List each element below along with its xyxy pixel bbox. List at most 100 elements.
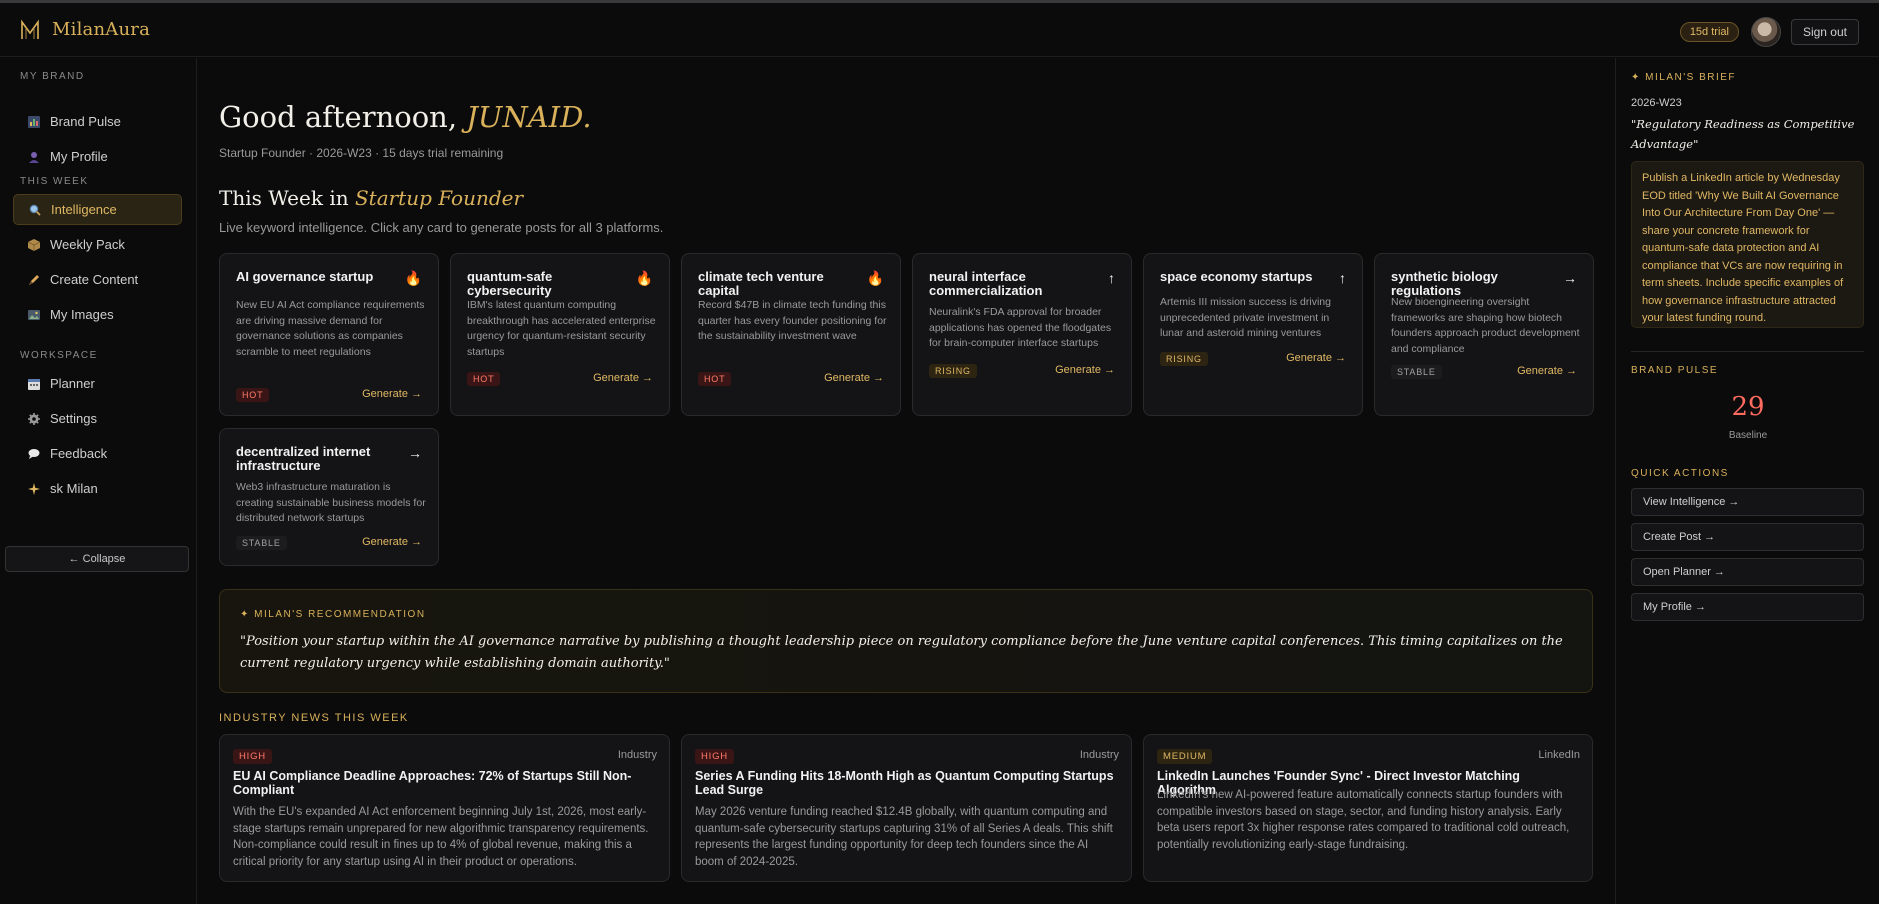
keyword-card[interactable]: quantum-safe cybersecurity 🔥 IBM's lates… <box>450 253 670 416</box>
sidebar-item-my-images[interactable]: My Images <box>13 299 182 330</box>
trend-badge: RISING <box>929 364 977 378</box>
trend-badge: STABLE <box>1391 365 1442 379</box>
arrow-right-icon: → <box>408 445 422 461</box>
section-title: This Week in Startup Founder <box>219 186 523 210</box>
sidebar-item-intelligence[interactable]: Intelligence <box>13 194 182 225</box>
keyword-card[interactable]: space economy startups ↑ Artemis III mis… <box>1143 253 1363 416</box>
generate-button[interactable]: Generate → <box>362 536 422 548</box>
sidebar-item-label: Settings <box>50 411 97 426</box>
collapse-sidebar-button[interactable]: ← Collapse <box>5 546 189 572</box>
sidebar-item-feedback[interactable]: Feedback <box>13 438 182 469</box>
generate-button[interactable]: Generate → <box>362 388 422 400</box>
priority-badge: MEDIUM <box>1157 749 1213 764</box>
news-body: With the EU's expanded AI Act enforcemen… <box>233 806 649 868</box>
news-card[interactable]: MEDIUM LinkedIn LinkedIn Launches 'Found… <box>1143 734 1593 882</box>
right-panel: ✦ MILAN'S BRIEF 2026-W23 "Regulatory Rea… <box>1615 58 1879 904</box>
card-description: IBM's latest quantum computing breakthro… <box>467 299 656 358</box>
brief-title: "Regulatory Readiness as Competitive Adv… <box>1631 117 1855 151</box>
news-body: May 2026 venture funding reached $12.4B … <box>695 806 1113 868</box>
keyword-card[interactable]: neural interface commercialization ↑ Neu… <box>912 253 1132 416</box>
sidebar-item-label: My Profile <box>50 149 108 164</box>
arrow-right-icon: → <box>1563 270 1577 286</box>
search-icon <box>28 203 41 216</box>
brand-pulse-score: 29 <box>1731 392 1765 422</box>
news-source: Industry <box>617 749 657 761</box>
brand-pulse-caption: Baseline <box>1728 430 1768 441</box>
logo-mark-icon <box>21 19 39 39</box>
sidebar-item-label: Intelligence <box>51 202 117 217</box>
industry-name: Startup Founder <box>354 186 524 210</box>
generate-button[interactable]: Generate → <box>1286 352 1346 364</box>
keyword-card[interactable]: AI governance startup 🔥 New EU AI Act co… <box>219 253 439 416</box>
recommendation-text: "Position your startup within the AI gov… <box>240 634 1563 671</box>
generate-button[interactable]: Generate → <box>1055 364 1115 376</box>
card-title: decentralized internet infrastructure <box>236 444 371 473</box>
main-content: Good afternoon, JUNAID. Startup Founder … <box>198 58 1614 904</box>
greeting-text: Good afternoon, <box>219 100 467 134</box>
arrow-up-icon: ↑ <box>1339 270 1346 286</box>
sidebar-item-label: My Images <box>50 307 114 322</box>
news-card[interactable]: HIGH Industry EU AI Compliance Deadline … <box>219 734 670 882</box>
calendar-icon <box>27 377 40 390</box>
page-subtitle: Startup Founder · 2026-W23 · 15 days tri… <box>219 146 504 160</box>
top-header: MilanAura 15d trial Sign out <box>0 3 1879 57</box>
card-description: Web3 infrastructure maturation is creati… <box>236 481 426 524</box>
priority-badge: HIGH <box>695 749 734 764</box>
fire-icon: 🔥 <box>404 270 422 286</box>
my-profile-button[interactable]: My Profile → <box>1631 593 1864 621</box>
trial-badge: 15d trial <box>1679 22 1739 42</box>
sidebar-item-weekly-pack[interactable]: Weekly Pack <box>13 229 182 260</box>
page-title: Good afternoon, JUNAID. <box>219 100 592 134</box>
sidebar-item-brand-pulse[interactable]: Brand Pulse <box>13 106 182 137</box>
create-post-button[interactable]: Create Post → <box>1631 523 1864 551</box>
brand-logo[interactable]: MilanAura <box>20 19 150 41</box>
section-subtitle: Live keyword intelligence. Click any car… <box>219 220 664 235</box>
card-description: New EU AI Act compliance requirements ar… <box>236 299 425 358</box>
sidebar-section-workspace: WORKSPACE <box>20 350 98 361</box>
card-title: space economy startups <box>1160 269 1313 284</box>
card-description: Record $47B in climate tech funding this… <box>698 299 887 342</box>
news-body: LinkedIn's new AI-powered feature automa… <box>1157 789 1570 851</box>
gear-icon <box>27 412 40 425</box>
brief-label: ✦ MILAN'S BRIEF <box>1631 72 1737 83</box>
generate-button[interactable]: Generate → <box>824 372 884 384</box>
trend-badge: HOT <box>467 372 501 386</box>
open-planner-button[interactable]: Open Planner → <box>1631 558 1864 586</box>
sidebar-item-label: sk Milan <box>50 481 98 496</box>
recommendation-panel: ✦ MILAN'S RECOMMENDATION "Position your … <box>219 589 1593 693</box>
trend-badge: RISING <box>1160 352 1208 366</box>
news-card[interactable]: HIGH Industry Series A Funding Hits 18-M… <box>681 734 1132 882</box>
fire-icon: 🔥 <box>866 270 884 286</box>
card-title: climate tech venture capital <box>698 269 824 298</box>
sidebar: MY BRAND Brand Pulse My Profile THIS WEE… <box>0 58 197 904</box>
sign-out-button[interactable]: Sign out <box>1790 19 1859 45</box>
news-title: Series A Funding Hits 18-Month High as Q… <box>695 769 1114 797</box>
fire-icon: 🔥 <box>635 270 653 286</box>
sparkle-icon <box>27 482 40 495</box>
sidebar-section-this-week: THIS WEEK <box>20 176 89 187</box>
priority-badge: HIGH <box>233 749 272 764</box>
avatar[interactable] <box>1750 17 1781 47</box>
recommendation-label: ✦ MILAN'S RECOMMENDATION <box>240 609 426 620</box>
sidebar-item-label: Brand Pulse <box>50 114 121 129</box>
keyword-card[interactable]: climate tech venture capital 🔥 Record $4… <box>681 253 901 416</box>
sidebar-item-label: Create Content <box>50 272 139 287</box>
sidebar-item-create-content[interactable]: Create Content <box>13 264 182 295</box>
keyword-card[interactable]: decentralized internet infrastructure → … <box>219 428 439 566</box>
sidebar-item-my-profile[interactable]: My Profile <box>13 141 182 172</box>
sidebar-item-settings[interactable]: Settings <box>13 403 182 434</box>
brief-week: 2026-W23 <box>1631 97 1682 109</box>
card-title: neural interface commercialization <box>929 269 1043 298</box>
brand-name: MilanAura <box>52 19 150 40</box>
keyword-card[interactable]: synthetic biology regulations → New bioe… <box>1374 253 1594 416</box>
sidebar-section-my-brand: MY BRAND <box>20 71 85 82</box>
news-title: EU AI Compliance Deadline Approaches: 72… <box>233 769 632 797</box>
view-intelligence-button[interactable]: View Intelligence → <box>1631 488 1864 516</box>
arrow-up-icon: ↑ <box>1108 270 1115 286</box>
user-icon <box>27 150 40 163</box>
generate-button[interactable]: Generate → <box>593 372 653 384</box>
sidebar-item-sk-milan[interactable]: sk Milan <box>13 473 182 504</box>
generate-button[interactable]: Generate → <box>1517 365 1577 377</box>
section-title-prefix: This Week in <box>219 186 355 210</box>
sidebar-item-planner[interactable]: Planner <box>13 368 182 399</box>
